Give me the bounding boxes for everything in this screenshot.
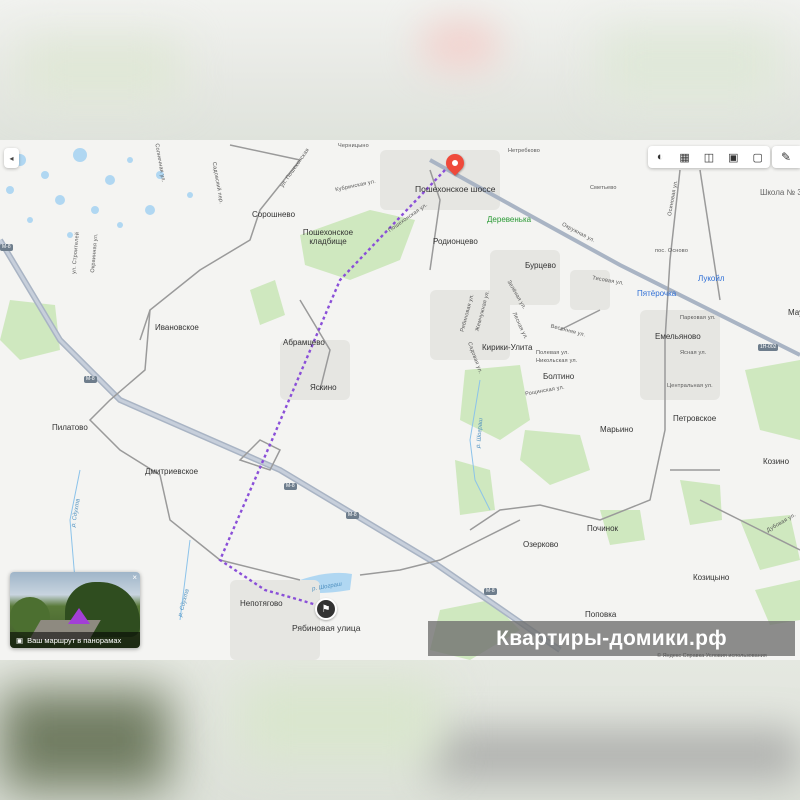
ruler-icon: ✎ [780,150,792,164]
panorama-caption[interactable]: ▣ Ваш маршрут в панорамах [10,632,140,648]
start-label: Рябиновая улица [292,623,361,633]
close-icon[interactable]: × [132,573,137,582]
place-label: Марьино [600,425,634,434]
place-label: Поповка [585,610,617,619]
road-badge: М-8 [0,244,13,251]
traffic-icon[interactable]: ▢ [750,149,766,165]
place-label: Черницыно [338,143,369,149]
map-footer-links[interactable]: © Яндекс Справка Условия использования [657,653,767,659]
ruler-button[interactable]: ✎ [772,146,800,168]
poi-label: Деревенька [487,215,532,224]
place-label: Родионцево [433,237,478,246]
place-label: Емельяново [655,332,701,341]
road-badge: М-8 [484,588,497,595]
street-label: Ясная ул. [680,350,707,356]
place-label: Ивановское [155,323,199,332]
road-badge: М-8 [346,512,359,519]
blurred-background-top [0,0,800,140]
street-label: Никольская ул. [536,358,578,364]
road-badge: 1Н-002 [758,344,779,351]
place-label: Кирики-Улита [482,343,533,352]
place-label: Сметьево [590,185,617,191]
transport-icon[interactable]: ▣ [725,149,741,165]
route-panorama-preview[interactable]: × ▣ Ваш маршрут в панорамах [10,572,140,648]
map-view[interactable]: Сорошнево Пошехонское кладбище Родионцев… [0,140,800,660]
place-label: Яскино [310,383,337,392]
place-label: Козицыно [693,573,730,582]
street-label: Полевая ул. [536,350,570,356]
place-label: Болтино [543,372,575,381]
place-label: Озерково [523,540,559,549]
place-label: Бурцево [525,261,556,270]
map-icon[interactable]: ▦ [677,149,693,165]
place-label: Пилатово [52,423,88,432]
place-label: Нетребково [508,148,541,154]
poi-label: Школа № 37 [760,188,800,197]
layers-icon[interactable]: ◐ [652,149,668,165]
binoculars-icon: ▣ [16,635,24,645]
map-toolbar: ◐ ▦ ◫ ▣ ▢ [648,146,770,168]
place-label: Сорошнево [252,210,296,219]
place-label: Петровское [673,414,717,423]
street-label: Центральная ул. [667,383,713,389]
place-label: Абрамцево [283,338,325,347]
place-label: пос. Осново [655,248,689,254]
destination-label: Пошехонское шоссе [415,184,496,194]
street-label: Парковая ул. [680,315,716,321]
watermark: Квартиры-домики.рф [428,621,795,656]
poi-label: Пятёрочка [637,289,677,298]
road-badge: М-8 [84,376,97,383]
panorama-direction-arrow-icon [68,608,90,624]
place-label: Пошехонское кладбище [302,228,354,246]
panorama-icon[interactable]: ◫ [701,149,717,165]
place-label: Дмитриевское [145,467,199,476]
place-label: Починок [587,524,619,533]
place-label: Козино [763,457,790,466]
road-badge: М-8 [284,483,297,490]
start-marker-icon[interactable]: ⚑ [315,598,337,620]
place-label: Мау [788,308,800,317]
poi-label: Лукойл [698,274,725,283]
blurred-background-bottom [0,660,800,800]
collapse-panel-button[interactable]: ◂ [4,148,19,168]
place-label: Непотягово [240,599,283,608]
chevron-left-icon: ◂ [9,153,14,163]
